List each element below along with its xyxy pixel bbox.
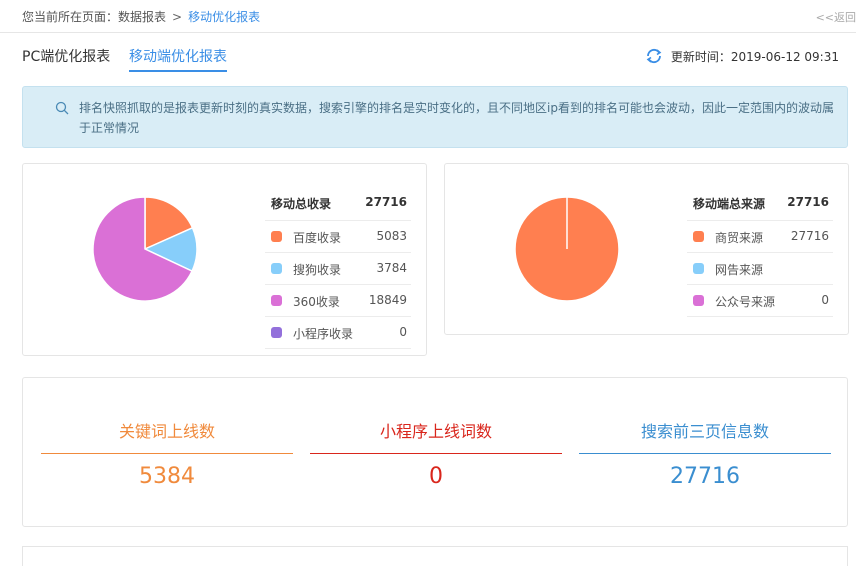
breadcrumb-current[interactable]: 移动优化报表 (188, 10, 260, 24)
legend-item-360[interactable]: 360收录 18849 (265, 285, 411, 317)
legend-item-miniprogram[interactable]: 小程序收录 0 (265, 317, 411, 349)
search-icon (55, 101, 69, 115)
stat-top3-pages: 搜索前三页信息数 27716 (579, 378, 831, 526)
breadcrumb: 您当前所在页面：数据报表 > 移动优化报表 (22, 8, 260, 25)
legend-label: 商贸来源 (715, 231, 764, 245)
collection-pie-chart (92, 196, 198, 302)
source-title: 移动端总来源 (693, 197, 766, 211)
notice-text: 排名快照抓取的是报表更新时刻的真实数据，搜索引擎的排名是实时变化的，且不同地区i… (79, 101, 834, 135)
360-color-swatch (271, 295, 282, 306)
stat-title: 小程序上线词数 (379, 422, 492, 441)
legend-label: 网告来源 (715, 263, 764, 277)
breadcrumb-separator: > (172, 10, 183, 24)
legend-item-trade[interactable]: 商贸来源 27716 (687, 221, 833, 253)
legend-value: 0 (821, 293, 829, 307)
ad-color-swatch (693, 263, 704, 274)
stat-value: 27716 (670, 464, 740, 489)
collection-title: 移动总收录 (271, 197, 332, 211)
source-legend: 移动端总来源 27716 商贸来源 27716 网告来源 公众号来源 0 (687, 186, 833, 317)
sogou-color-swatch (271, 263, 282, 274)
notice-banner: 排名快照抓取的是报表更新时刻的真实数据，搜索引擎的排名是实时变化的，且不同地区i… (22, 86, 848, 148)
legend-value: 0 (399, 325, 407, 339)
tab-mobile-report[interactable]: 移动端优化报表 (129, 46, 227, 72)
source-pie-chart (514, 196, 620, 302)
legend-item-ad[interactable]: 网告来源 (687, 253, 833, 285)
refresh-icon[interactable] (645, 47, 663, 65)
next-card-edge (22, 546, 848, 566)
back-link[interactable]: <<返回 (816, 9, 856, 25)
source-legend-header: 移动端总来源 27716 (687, 186, 833, 221)
stat-title: 搜索前三页信息数 (640, 422, 769, 441)
collection-legend-header: 移动总收录 27716 (265, 186, 411, 221)
source-card: 移动端总来源 27716 商贸来源 27716 网告来源 公众号来源 0 (444, 163, 849, 335)
breadcrumb-prefix: 您当前所在页面：数据报表 (22, 10, 167, 24)
legend-value: 27716 (790, 229, 829, 243)
collection-legend: 移动总收录 27716 百度收录 5083 搜狗收录 3784 360收录 18… (265, 186, 411, 349)
stat-value: 0 (429, 464, 443, 489)
legend-label: 百度收录 (293, 231, 342, 245)
stat-keywords-online: 关键词上线数 5384 (41, 378, 293, 526)
source-total: 27716 (787, 195, 829, 209)
update-time: 更新时间：2019-06-12 09:31 (645, 47, 839, 65)
stat-value: 5384 (139, 464, 195, 489)
collection-card: 移动总收录 27716 百度收录 5083 搜狗收录 3784 360收录 18… (22, 163, 427, 356)
baidu-color-swatch (271, 231, 282, 242)
tab-pc-report[interactable]: PC端优化报表 (22, 46, 110, 70)
legend-value: 5083 (376, 229, 407, 243)
wechat-color-swatch (693, 295, 704, 306)
legend-item-wechat[interactable]: 公众号来源 0 (687, 285, 833, 317)
stat-title: 关键词上线数 (118, 422, 215, 441)
stat-divider (41, 453, 293, 454)
legend-label: 360收录 (293, 295, 340, 309)
legend-label: 公众号来源 (715, 295, 776, 309)
stat-divider (579, 453, 831, 454)
top-bar: 您当前所在页面：数据报表 > 移动优化报表 <<返回 (0, 0, 856, 33)
stat-divider (310, 453, 562, 454)
legend-label: 搜狗收录 (293, 263, 342, 277)
legend-item-baidu[interactable]: 百度收录 5083 (265, 221, 411, 253)
legend-value: 18849 (368, 293, 407, 307)
miniprogram-color-swatch (271, 327, 282, 338)
legend-item-sogou[interactable]: 搜狗收录 3784 (265, 253, 411, 285)
stat-miniprogram-words: 小程序上线词数 0 (310, 378, 562, 526)
update-time-text: 更新时间：2019-06-12 09:31 (670, 49, 839, 64)
trade-color-swatch (693, 231, 704, 242)
collection-total: 27716 (365, 195, 407, 209)
legend-label: 小程序收录 (293, 327, 354, 341)
stats-panel: 关键词上线数 5384 小程序上线词数 0 搜索前三页信息数 27716 (22, 377, 848, 527)
legend-value: 3784 (376, 261, 407, 275)
